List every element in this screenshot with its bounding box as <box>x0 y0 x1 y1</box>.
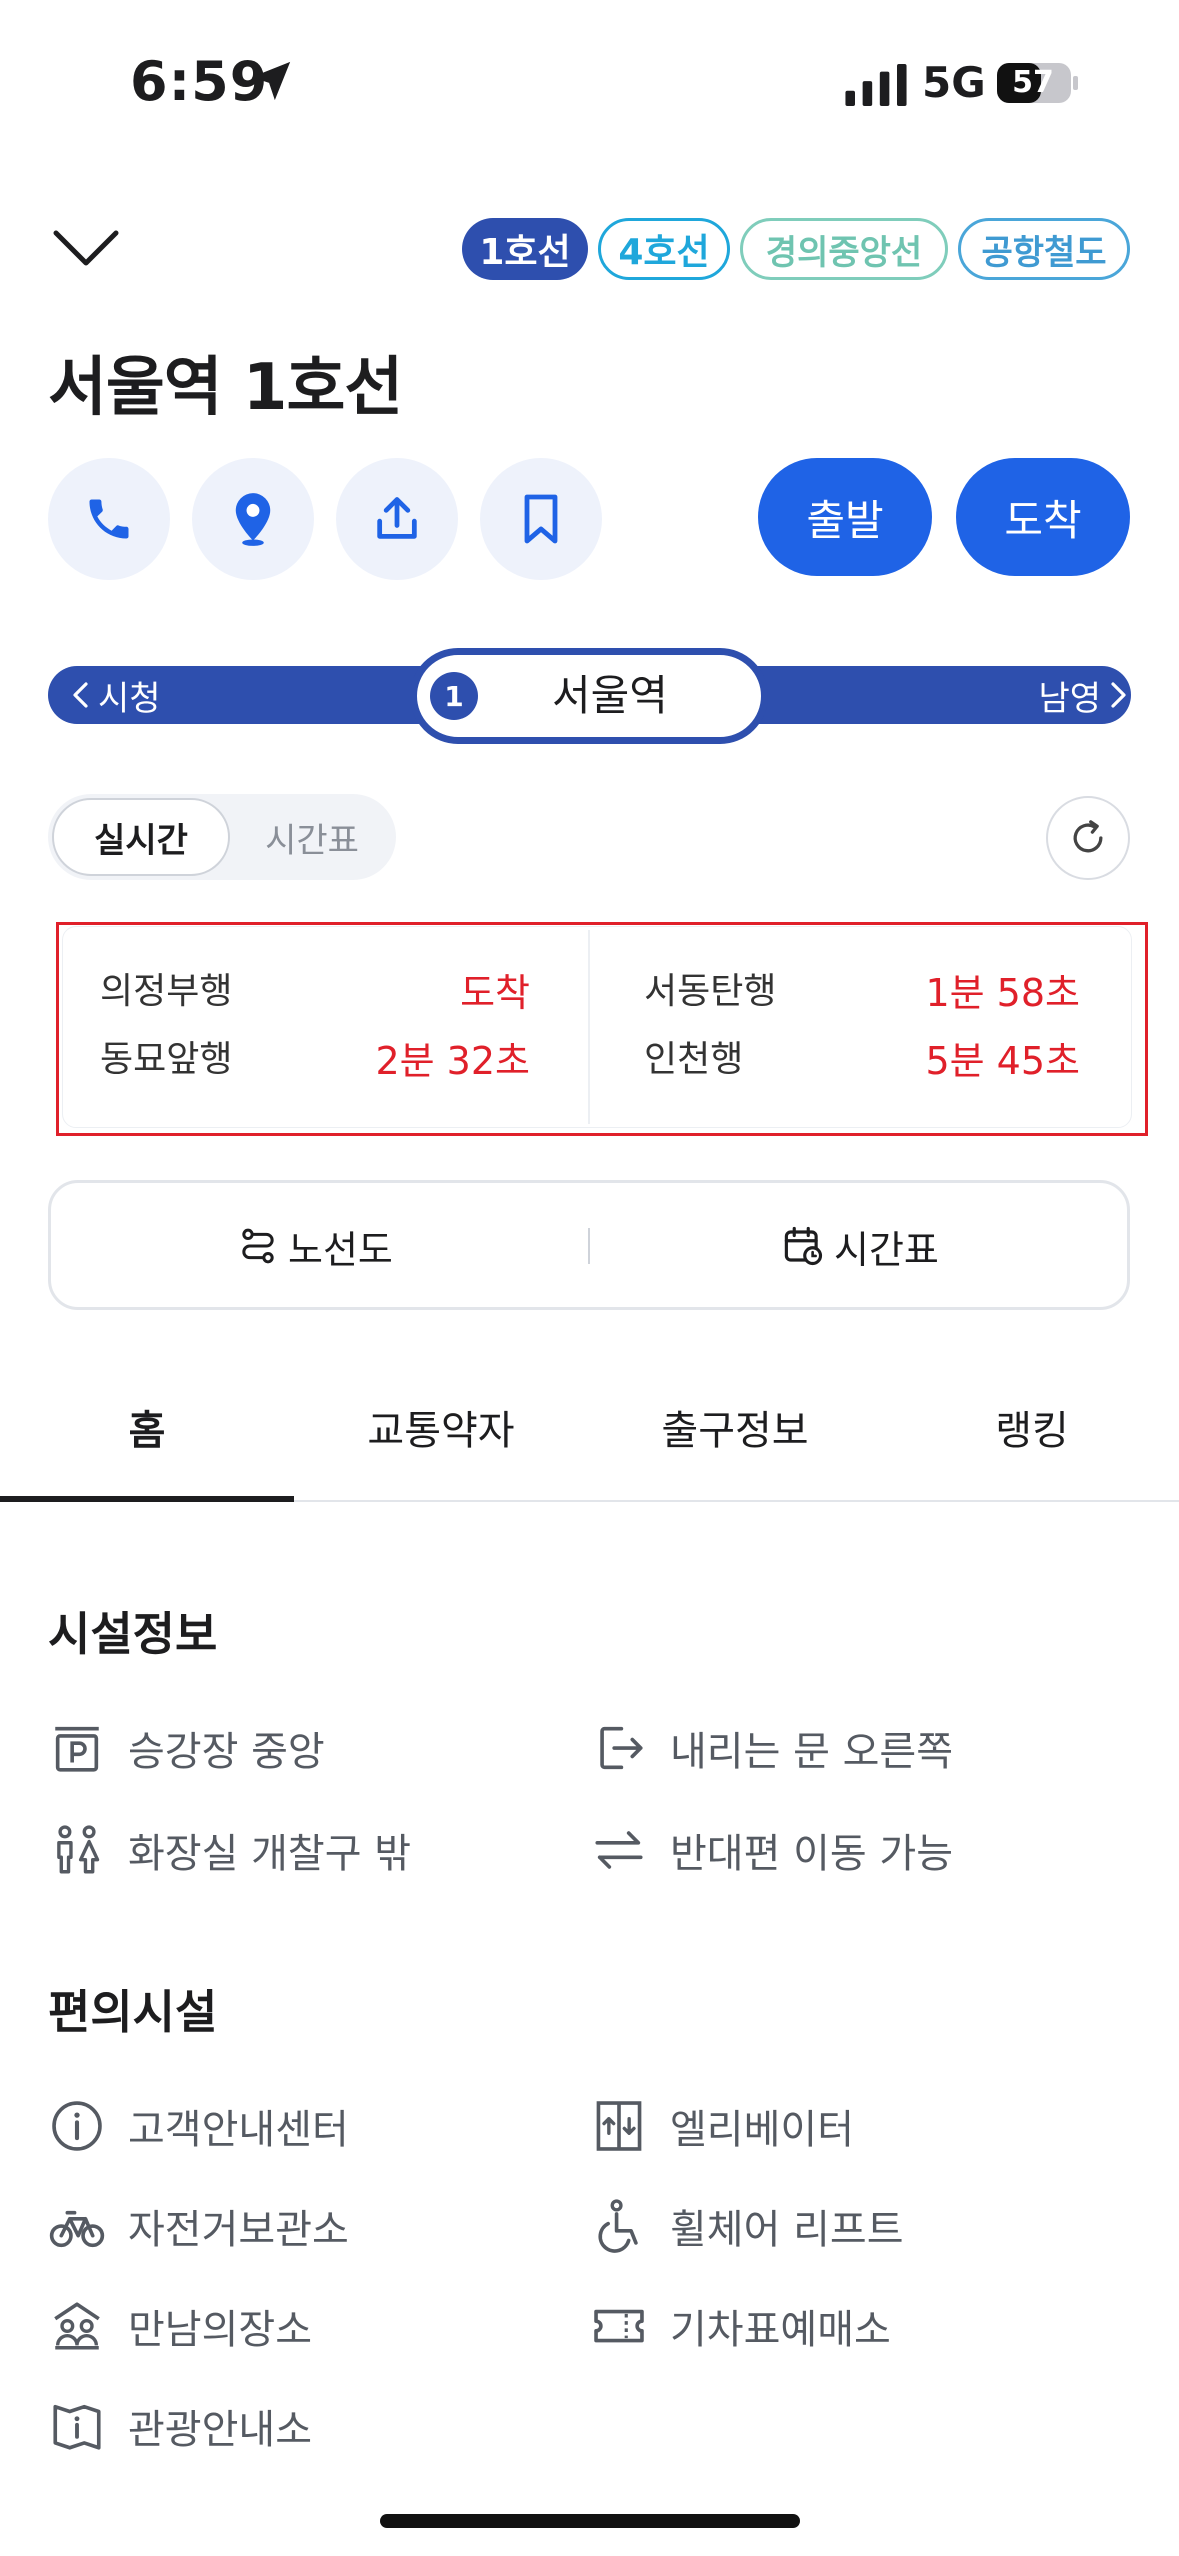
facility-label: 반대편 이동 가능 <box>670 1831 954 1877</box>
train-arrival-time: 도착 <box>460 971 530 1015</box>
train-destination: 서동탄행 <box>644 971 777 1012</box>
facility-item: 만남의장소 <box>48 2296 312 2356</box>
facility-item: 승강장 중앙 <box>48 1718 325 1778</box>
current-station-name: 서울역 <box>552 671 668 720</box>
facility-item: 반대편 이동 가능 <box>590 1820 953 1880</box>
next-station-button[interactable]: 남영 <box>1038 670 1129 720</box>
map-pin-button[interactable] <box>192 458 314 580</box>
battery-level: 57 <box>1012 65 1054 100</box>
facility-label: 만남의장소 <box>128 2307 312 2353</box>
route-icon <box>242 1228 274 1264</box>
facility-item: 화장실 개찰구 밖 <box>48 1820 411 1880</box>
phone-icon <box>89 499 129 539</box>
meeting-point-icon <box>54 2302 100 2350</box>
line-number-badge: 1 <box>430 672 478 720</box>
line-chip-gyeongui[interactable]: 경의중앙선 <box>740 218 948 280</box>
line-chip-1[interactable]: 1호선 <box>462 218 588 280</box>
facility-label: 관광안내소 <box>128 2407 312 2453</box>
facility-item: 고객안내센터 <box>48 2096 349 2156</box>
line-chip-4[interactable]: 4호선 <box>598 218 730 280</box>
route-map-button[interactable]: 노선도 <box>238 1210 393 1282</box>
facility-label: 자전거보관소 <box>128 2207 349 2253</box>
prev-station-label: 시청 <box>98 678 161 719</box>
tab-active-indicator <box>0 1496 294 1502</box>
train-arrival-time: 1분 58초 <box>925 971 1080 1015</box>
location-arrow-icon <box>251 61 291 101</box>
toggle-realtime[interactable]: 실시간 <box>52 798 230 876</box>
facility-item: 자전거보관소 <box>48 2196 349 2256</box>
realtime-divider <box>588 930 590 1124</box>
facility-label: 내리는 문 오른쪽 <box>670 1729 954 1775</box>
refresh-icon <box>1073 820 1103 853</box>
swap-arrows-icon <box>595 1831 643 1869</box>
convenience-title: 편의시설 <box>48 1985 218 2039</box>
realtime-panel <box>62 926 1132 1128</box>
timetable-label: 시간표 <box>834 1227 939 1272</box>
line-chip-airport[interactable]: 공항철도 <box>958 218 1130 280</box>
wheelchair-icon <box>598 2199 638 2253</box>
calendar-clock-icon <box>784 1226 823 1266</box>
route-map-label: 노선도 <box>288 1227 393 1272</box>
tab-home[interactable]: 홈 <box>0 1396 294 1466</box>
platform-p-icon <box>55 1726 99 1772</box>
facility-label: 화장실 개찰구 밖 <box>128 1831 412 1877</box>
train-destination: 의정부행 <box>100 971 233 1012</box>
arrival-button[interactable]: 도착 <box>956 458 1130 576</box>
facility-item: 휠체어 리프트 <box>590 2196 904 2256</box>
info-circle-icon <box>52 2101 102 2151</box>
share-button[interactable] <box>336 458 458 580</box>
restroom-icon <box>57 1825 100 1874</box>
facility-label: 기차표예매소 <box>670 2307 891 2353</box>
train-destination: 동묘앞행 <box>100 1039 233 1080</box>
refresh-button[interactable] <box>1046 796 1130 880</box>
location-pin-icon <box>235 493 271 546</box>
page-title: 서울역 1호선 <box>48 351 403 425</box>
facility-label: 엘리베이터 <box>670 2107 854 2153</box>
map-timetable-divider <box>588 1228 590 1264</box>
facility-item: 엘리베이터 <box>590 2096 854 2156</box>
train-arrival-time: 5분 45초 <box>925 1039 1080 1083</box>
facility-info-title: 시설정보 <box>48 1607 218 1661</box>
bookmark-button[interactable] <box>480 458 602 580</box>
chevron-down-icon[interactable] <box>50 225 122 271</box>
tab-ranking[interactable]: 랭킹 <box>885 1396 1179 1466</box>
signal-icon <box>845 64 907 106</box>
timetable-button[interactable]: 시간표 <box>782 1210 939 1282</box>
tourist-info-icon <box>53 2404 101 2450</box>
exit-door-icon <box>600 1726 643 1770</box>
network-type: 5G <box>922 58 986 107</box>
facility-item: 관광안내소 <box>48 2396 312 2456</box>
train-arrival-time: 2분 32초 <box>375 1039 530 1083</box>
battery-icon: 57 <box>996 62 1080 104</box>
tab-accessibility[interactable]: 교통약자 <box>294 1396 588 1466</box>
home-indicator <box>380 2514 800 2528</box>
chevron-left-icon <box>73 682 88 708</box>
ticket-icon <box>594 2309 644 2343</box>
chevron-right-icon <box>1111 682 1126 708</box>
facility-label: 휠체어 리프트 <box>670 2207 904 2253</box>
bookmark-icon <box>524 494 558 544</box>
share-icon <box>377 497 417 539</box>
departure-button[interactable]: 출발 <box>758 458 932 576</box>
elevator-icon <box>596 2101 642 2151</box>
train-destination: 인천행 <box>644 1039 744 1080</box>
bicycle-icon <box>49 2210 105 2248</box>
tab-exit-info[interactable]: 출구정보 <box>588 1396 882 1466</box>
facility-label: 승강장 중앙 <box>128 1729 325 1775</box>
facility-label: 고객안내센터 <box>128 2107 349 2153</box>
call-button[interactable] <box>48 458 170 580</box>
toggle-timetable[interactable]: 시간표 <box>232 798 392 876</box>
facility-item: 기차표예매소 <box>590 2296 891 2356</box>
facility-item: 내리는 문 오른쪽 <box>590 1718 953 1778</box>
prev-station-button[interactable]: 시청 <box>70 670 161 720</box>
next-station-label: 남영 <box>1038 678 1101 719</box>
